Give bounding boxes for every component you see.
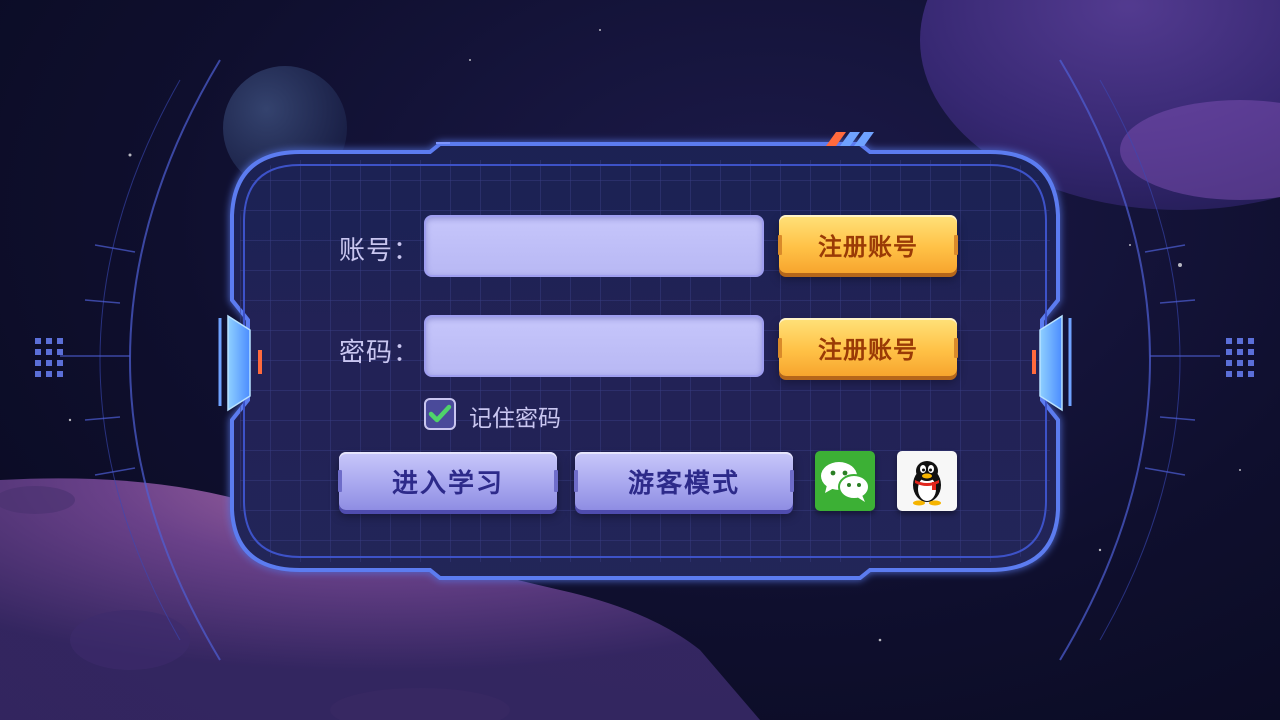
enter-study-button[interactable]: 进入学习	[338, 452, 558, 510]
register-account-button-2[interactable]: 注册账号	[778, 318, 958, 376]
check-icon	[428, 404, 452, 423]
password-input[interactable]	[424, 315, 764, 377]
account-input[interactable]	[424, 215, 764, 277]
register-account-button[interactable]: 注册账号	[778, 215, 958, 273]
password-label: 密码：	[339, 338, 421, 368]
guest-mode-button[interactable]: 游客模式	[574, 452, 794, 510]
wechat-login-button[interactable]	[815, 451, 875, 511]
remember-password-checkbox[interactable]	[424, 398, 456, 430]
wechat-icon	[821, 462, 870, 502]
qq-penguin-icon	[913, 461, 941, 506]
account-label: 账号：	[339, 236, 421, 266]
qq-login-button[interactable]	[897, 451, 957, 511]
remember-password-label: 记住密码	[469, 406, 561, 432]
